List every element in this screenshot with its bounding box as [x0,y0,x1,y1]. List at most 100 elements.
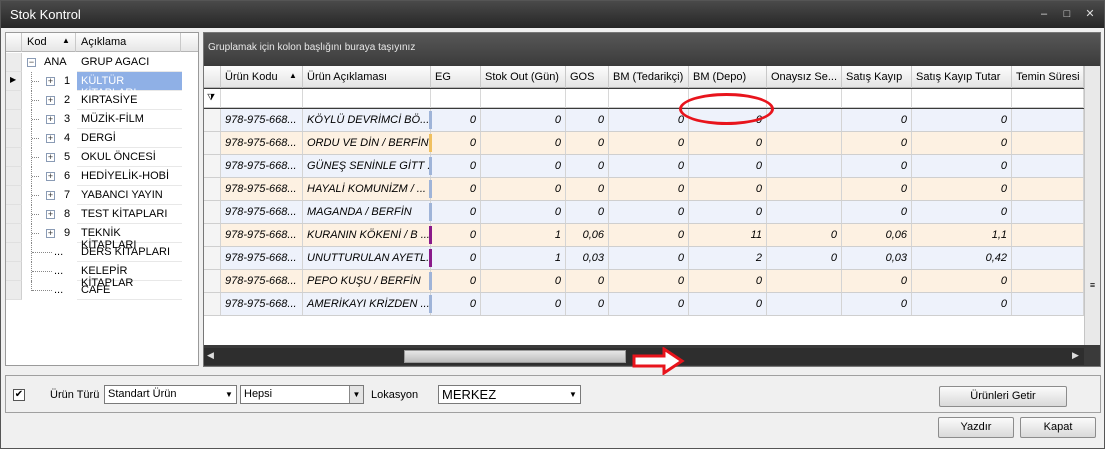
table-row[interactable]: 978-975-668... GÜNEŞ SENİNLE GİTT ... 0 0 0 0… [204,155,1084,178]
table-row[interactable]: 978-975-668... KURANIN KÖKENİ / B ... 0 1 0,… [204,224,1084,247]
collapse-icon[interactable]: − [27,58,36,67]
expand-icon[interactable]: + [46,134,55,143]
tree-row[interactable]: +7 YABANCI YAYIN [6,186,198,205]
filter-cell[interactable] [609,89,689,108]
table-cell[interactable]: KÖYLÜ DEVRİMCİ BÖ... [303,109,431,131]
table-cell[interactable]: 0 [767,224,842,246]
table-cell[interactable] [1012,247,1084,269]
table-row[interactable]: 978-975-668... MAGANDA / BERFİN 0 0 0 0 0 0 0 [204,201,1084,224]
group-by-panel[interactable]: Gruplamak için kolon başlığını buraya ta… [204,33,1100,65]
urun-turu-checkbox[interactable]: ✔ [13,389,25,401]
table-cell[interactable] [1012,155,1084,177]
yazdir-button[interactable]: Yazdır [938,417,1014,438]
filter-cell[interactable] [566,89,609,108]
horizontal-scroll-thumb[interactable] [404,350,626,363]
table-cell[interactable]: 0 [689,132,767,154]
table-cell[interactable] [767,270,842,292]
lokasyon-select[interactable]: MERKEZ ▼ [438,385,581,404]
table-cell[interactable]: UNUTTURULAN AYETL... [303,247,431,269]
table-cell[interactable]: 0 [431,293,481,315]
table-cell[interactable]: 0 [912,109,1012,131]
table-cell[interactable]: 978-975-668... [221,109,303,131]
table-cell[interactable]: 978-975-668... [221,178,303,200]
table-cell[interactable]: 0 [431,109,481,131]
table-cell[interactable]: 0 [431,178,481,200]
table-cell[interactable]: 0 [609,132,689,154]
table-cell[interactable]: 0 [609,293,689,315]
table-cell[interactable]: 0,06 [842,224,912,246]
tree-row[interactable]: +4 DERGİ [6,129,198,148]
table-cell[interactable]: 0 [431,155,481,177]
table-cell[interactable]: 0 [842,293,912,315]
table-cell[interactable]: 0 [912,201,1012,223]
tree-row[interactable]: +5 OKUL ÖNCESİ [6,148,198,167]
table-cell[interactable]: 0 [481,178,566,200]
table-cell[interactable]: 0 [689,270,767,292]
filter-cell[interactable] [912,89,1012,108]
expand-icon[interactable]: + [46,210,55,219]
table-cell[interactable]: 0 [842,155,912,177]
table-cell[interactable]: 978-975-668... [221,293,303,315]
urunleri-getir-button[interactable]: Ürünleri Getir [939,386,1067,407]
table-cell[interactable]: 978-975-668... [221,247,303,269]
table-cell[interactable]: 0 [912,155,1012,177]
table-cell[interactable]: 0 [689,155,767,177]
tree-row[interactable]: ▶ +1 KÜLTÜR KİTAPLARI [6,72,198,99]
table-cell[interactable]: 0 [481,155,566,177]
table-cell[interactable]: 0 [689,201,767,223]
table-cell[interactable] [1012,109,1084,131]
table-cell[interactable] [1012,178,1084,200]
table-cell[interactable]: 0 [842,109,912,131]
table-cell[interactable]: 0 [842,132,912,154]
table-cell[interactable] [767,109,842,131]
filter-row[interactable]: ⧩ [204,89,1084,108]
tree-row[interactable]: ... KELEPİR KİTAPLAR [6,262,198,289]
filter-cell[interactable] [767,89,842,108]
filter-cell[interactable] [1012,89,1084,108]
tree-col-aciklama[interactable]: Açıklama [81,36,126,48]
table-cell[interactable]: 2 [689,247,767,269]
status-select[interactable]: Hepsi ▼ [240,385,364,404]
table-cell[interactable] [767,155,842,177]
tree-col-kod[interactable]: Kod [27,36,47,48]
tree-row[interactable]: +3 MÜZİK-FİLM [6,110,198,129]
table-cell[interactable]: 0 [842,178,912,200]
table-cell[interactable]: 0 [566,270,609,292]
table-cell[interactable]: 0 [481,132,566,154]
filter-cell[interactable] [221,89,303,108]
table-cell[interactable]: 0 [609,155,689,177]
tree-row[interactable]: ... CAFE [6,281,198,300]
table-cell[interactable]: 1 [481,224,566,246]
table-cell[interactable] [767,201,842,223]
scroll-left-icon[interactable]: ◀ [207,350,214,361]
filter-cell[interactable] [303,89,431,108]
column-header[interactable]: Satış Kayıp Tutar [912,66,1012,88]
table-cell[interactable]: 0 [481,293,566,315]
expand-icon[interactable]: + [46,172,55,181]
tree-row-root[interactable]: − ANA GRUP AGACI [6,53,198,72]
table-cell[interactable] [767,178,842,200]
table-row[interactable]: 978-975-668... HAYALİ KOMUNİZM / ... 0 0 0 0 0… [204,178,1084,201]
table-cell[interactable]: MAGANDA / BERFİN [303,201,431,223]
column-header[interactable]: BM (Depo) [689,66,767,88]
minimize-icon[interactable]: – [1036,7,1052,21]
table-cell[interactable]: 0 [689,293,767,315]
table-cell[interactable]: 0 [566,178,609,200]
table-cell[interactable] [1012,224,1084,246]
chevron-down-icon[interactable]: ▼ [349,386,363,403]
column-header[interactable]: Stok Out (Gün) [481,66,566,88]
table-cell[interactable]: 0 [566,155,609,177]
tree-row[interactable]: +9 TEKNİK KİTAPLARI [6,224,198,251]
table-cell[interactable]: KURANIN KÖKENİ / B ... [303,224,431,246]
column-header[interactable]: Onaysız Se... [767,66,842,88]
table-cell[interactable]: 0 [481,270,566,292]
table-cell[interactable] [767,132,842,154]
expand-icon[interactable]: + [46,229,55,238]
column-header[interactable]: Temin Süresi [1012,66,1084,88]
expand-icon[interactable]: + [46,153,55,162]
table-cell[interactable]: 978-975-668... [221,132,303,154]
stock-grid[interactable]: Gruplamak için kolon başlığını buraya ta… [203,32,1101,367]
table-cell[interactable] [1012,293,1084,315]
table-cell[interactable]: 0 [609,270,689,292]
expand-icon[interactable]: + [46,191,55,200]
